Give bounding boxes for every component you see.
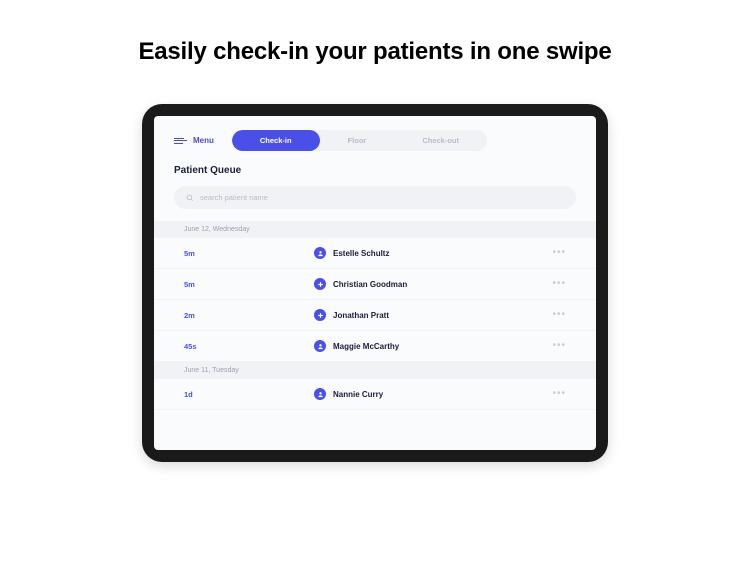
section-title: Patient Queue bbox=[174, 165, 576, 176]
person-icon bbox=[314, 340, 326, 352]
person-icon bbox=[314, 247, 326, 259]
patient-name: Maggie McCarthy bbox=[333, 342, 399, 351]
patient-name: Nannie Curry bbox=[333, 390, 383, 399]
tablet-frame: Menu Check-in Floor Check-out Patient Qu… bbox=[142, 104, 608, 462]
patient-row[interactable]: 2m Jonathan Pratt ••• bbox=[154, 300, 596, 331]
patient-name: Christian Goodman bbox=[333, 280, 407, 289]
patient-row[interactable]: 1d Nannie Curry ••• bbox=[154, 379, 596, 410]
date-header: June 11, Tuesday bbox=[154, 362, 596, 379]
top-bar: Menu Check-in Floor Check-out bbox=[174, 130, 576, 151]
patient-name: Jonathan Pratt bbox=[333, 311, 389, 320]
more-icon[interactable]: ••• bbox=[552, 248, 566, 258]
tabs: Check-in Floor Check-out bbox=[232, 130, 487, 151]
plus-icon bbox=[314, 309, 326, 321]
tab-checkin[interactable]: Check-in bbox=[232, 130, 320, 151]
more-icon[interactable]: ••• bbox=[552, 341, 566, 351]
row-person: Nannie Curry bbox=[314, 388, 552, 400]
more-icon[interactable]: ••• bbox=[552, 389, 566, 399]
plus-icon bbox=[314, 278, 326, 290]
person-icon bbox=[314, 388, 326, 400]
patient-row[interactable]: 45s Maggie McCarthy ••• bbox=[154, 331, 596, 362]
row-person: Estelle Schultz bbox=[314, 247, 552, 259]
row-time: 5m bbox=[184, 249, 314, 258]
more-icon[interactable]: ••• bbox=[552, 279, 566, 289]
search-icon bbox=[186, 194, 194, 202]
row-time: 5m bbox=[184, 280, 314, 289]
date-header: June 12, Wednesday bbox=[154, 221, 596, 238]
menu-label: Menu bbox=[193, 136, 214, 145]
patient-row[interactable]: 5m Christian Goodman ••• bbox=[154, 269, 596, 300]
row-person: Maggie McCarthy bbox=[314, 340, 552, 352]
row-time: 1d bbox=[184, 390, 314, 399]
patient-row[interactable]: 5m Estelle Schultz ••• bbox=[154, 238, 596, 269]
row-person: Jonathan Pratt bbox=[314, 309, 552, 321]
tab-checkout[interactable]: Check-out bbox=[394, 130, 487, 151]
page-headline: Easily check-in your patients in one swi… bbox=[138, 38, 611, 66]
row-person: Christian Goodman bbox=[314, 278, 552, 290]
row-time: 45s bbox=[184, 342, 314, 351]
search-input[interactable]: search patient name bbox=[174, 186, 576, 209]
menu-button[interactable]: Menu bbox=[174, 136, 214, 145]
tablet-screen: Menu Check-in Floor Check-out Patient Qu… bbox=[154, 116, 596, 450]
patient-name: Estelle Schultz bbox=[333, 249, 389, 258]
row-time: 2m bbox=[184, 311, 314, 320]
more-icon[interactable]: ••• bbox=[552, 310, 566, 320]
tab-floor[interactable]: Floor bbox=[320, 130, 395, 151]
menu-icon bbox=[174, 138, 187, 144]
search-placeholder: search patient name bbox=[200, 193, 268, 202]
